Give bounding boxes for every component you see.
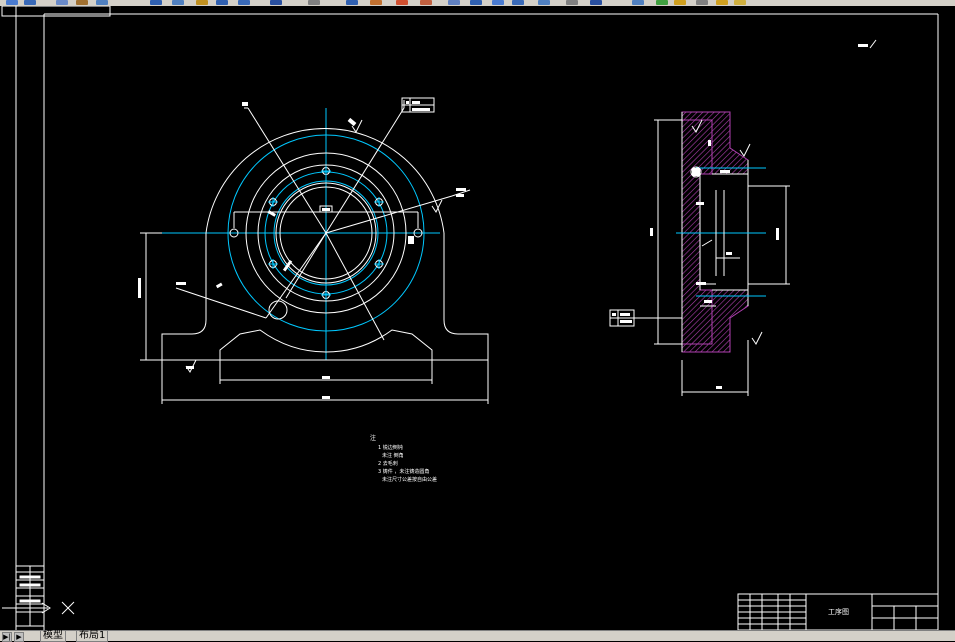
toolbar-button-3[interactable] [56,0,68,5]
toolbar-button-28[interactable] [716,0,728,5]
drawing-canvas[interactable]: 注 1 锐边倒钝 未注 倒角 2 去毛刺 3 铸件 ，未注铸造圆角 未注尺寸公差… [0,6,955,630]
toolbar-button-6[interactable] [150,0,162,5]
side-table [15,565,45,627]
toolbar-button-16[interactable] [420,0,432,5]
toolbar-button-17[interactable] [448,0,460,5]
toolbar-button-19[interactable] [492,0,504,5]
toolbar-button-7[interactable] [172,0,184,5]
toolbar-button-4[interactable] [76,0,88,5]
toolbar-button-22[interactable] [566,0,578,5]
toolbar-button-18[interactable] [470,0,482,5]
front-view [140,97,489,404]
toolbar-button-13[interactable] [346,0,358,5]
toolbar-button-15[interactable] [396,0,408,5]
notes-line-4: 3 铸件 ，未注铸造圆角 [378,468,429,475]
toolbar-button-10[interactable] [238,0,250,5]
notes-line-5: 未注尺寸公差按自由公差 [382,476,437,483]
toolbar-button-23[interactable] [590,0,602,5]
toolbar-button-2[interactable] [24,0,36,5]
section-view [609,111,790,396]
toolbar-button-8[interactable] [196,0,208,5]
toolbar-button-25[interactable] [656,0,668,5]
toolbar-button-9[interactable] [216,0,228,5]
layout-tab-bar: ▶| ▶ 模型 布局1 [0,630,955,642]
toolbar-button-11[interactable] [270,0,282,5]
tab-nav-last-button[interactable]: ▶| [2,632,12,642]
toolbar-button-1[interactable] [6,0,18,5]
toolbar-button-14[interactable] [370,0,382,5]
toolbar-button-29[interactable] [734,0,746,5]
notes-line-3: 2 去毛刺 [378,460,398,467]
notes-line-1: 1 锐边倒钝 [378,444,403,451]
title-block-name: 工序图 [828,607,849,616]
technical-notes: 注 1 锐边倒钝 未注 倒角 2 去毛刺 3 铸件 ，未注铸造圆角 未注尺寸公差… [370,434,437,483]
tab-model[interactable]: 模型 [40,631,66,642]
tab-nav-next-button[interactable]: ▶ [14,632,24,642]
toolbar-button-12[interactable] [308,0,320,5]
toolbar-button-24[interactable] [632,0,644,5]
tab-layout1[interactable]: 布局1 [76,631,109,642]
notes-heading: 注 [370,434,376,442]
toolbar-button-20[interactable] [512,0,524,5]
drawing-frame [1,6,939,630]
notes-line-2: 未注 倒角 [382,452,404,459]
toolbar-button-21[interactable] [538,0,550,5]
toolbar-button-26[interactable] [674,0,686,5]
dimension-labels [138,39,877,399]
toolbar-button-27[interactable] [696,0,708,5]
toolbar-button-5[interactable] [96,0,108,5]
